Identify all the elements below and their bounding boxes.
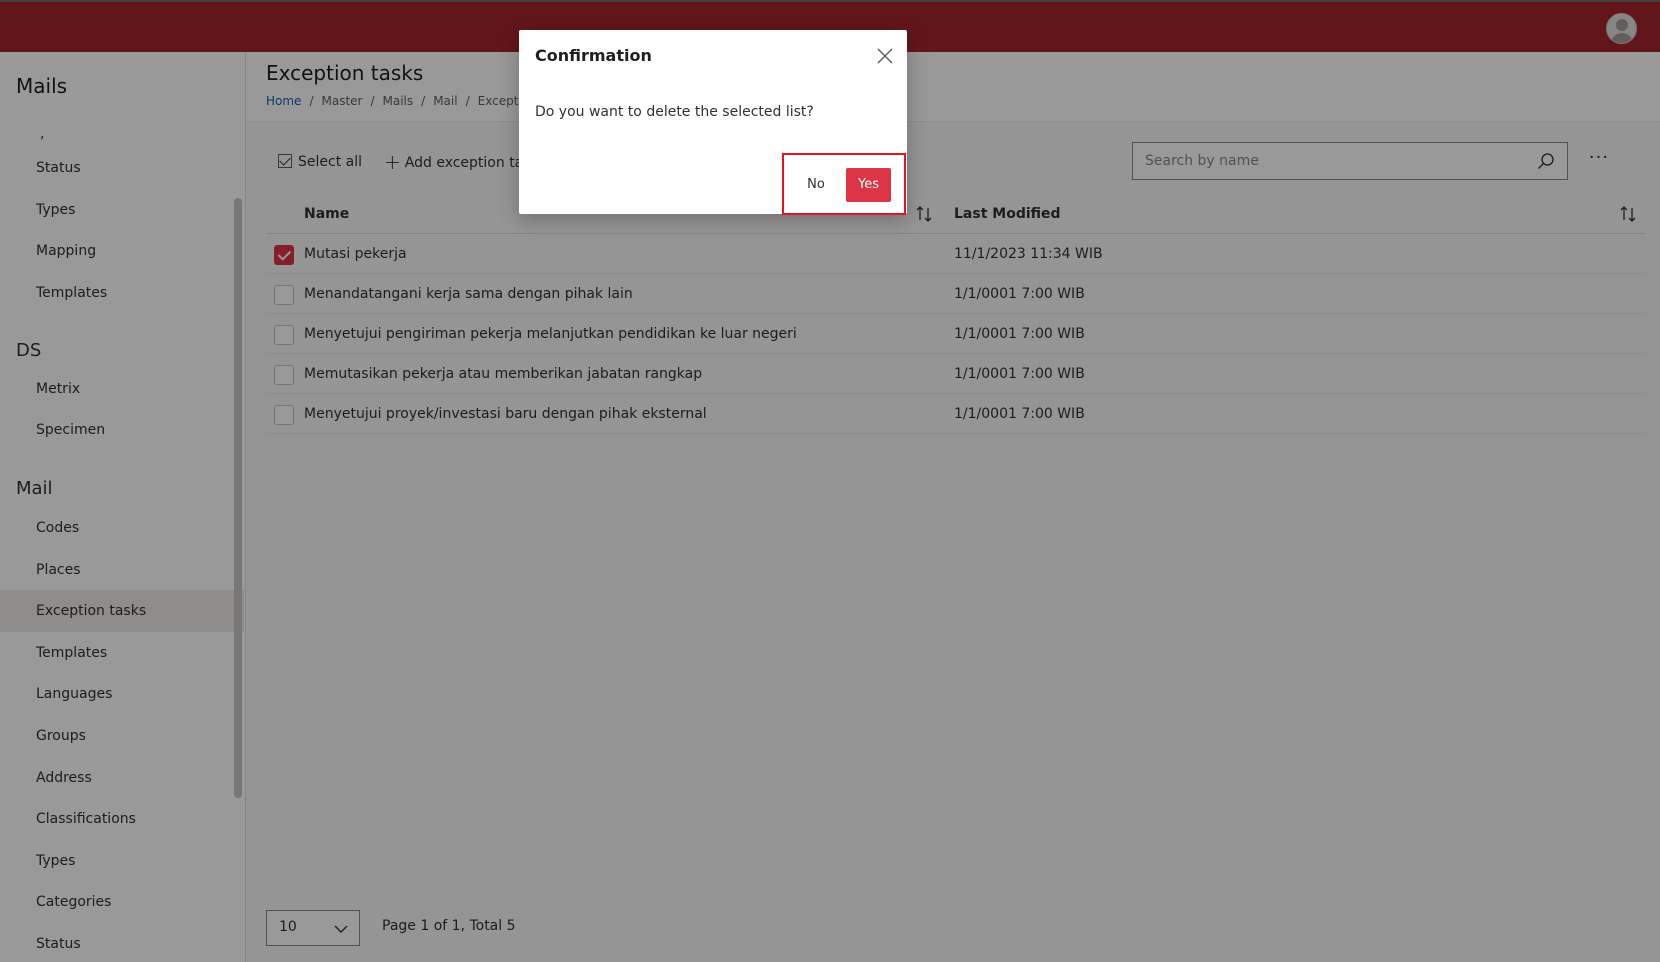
dialog-title: Confirmation bbox=[535, 46, 652, 65]
confirmation-dialog: Confirmation Do you want to delete the s… bbox=[519, 30, 907, 215]
close-icon[interactable] bbox=[875, 46, 895, 66]
dialog-message: Do you want to delete the selected list? bbox=[535, 104, 814, 120]
yes-button[interactable]: Yes bbox=[846, 168, 891, 202]
no-button[interactable]: No bbox=[796, 168, 836, 202]
